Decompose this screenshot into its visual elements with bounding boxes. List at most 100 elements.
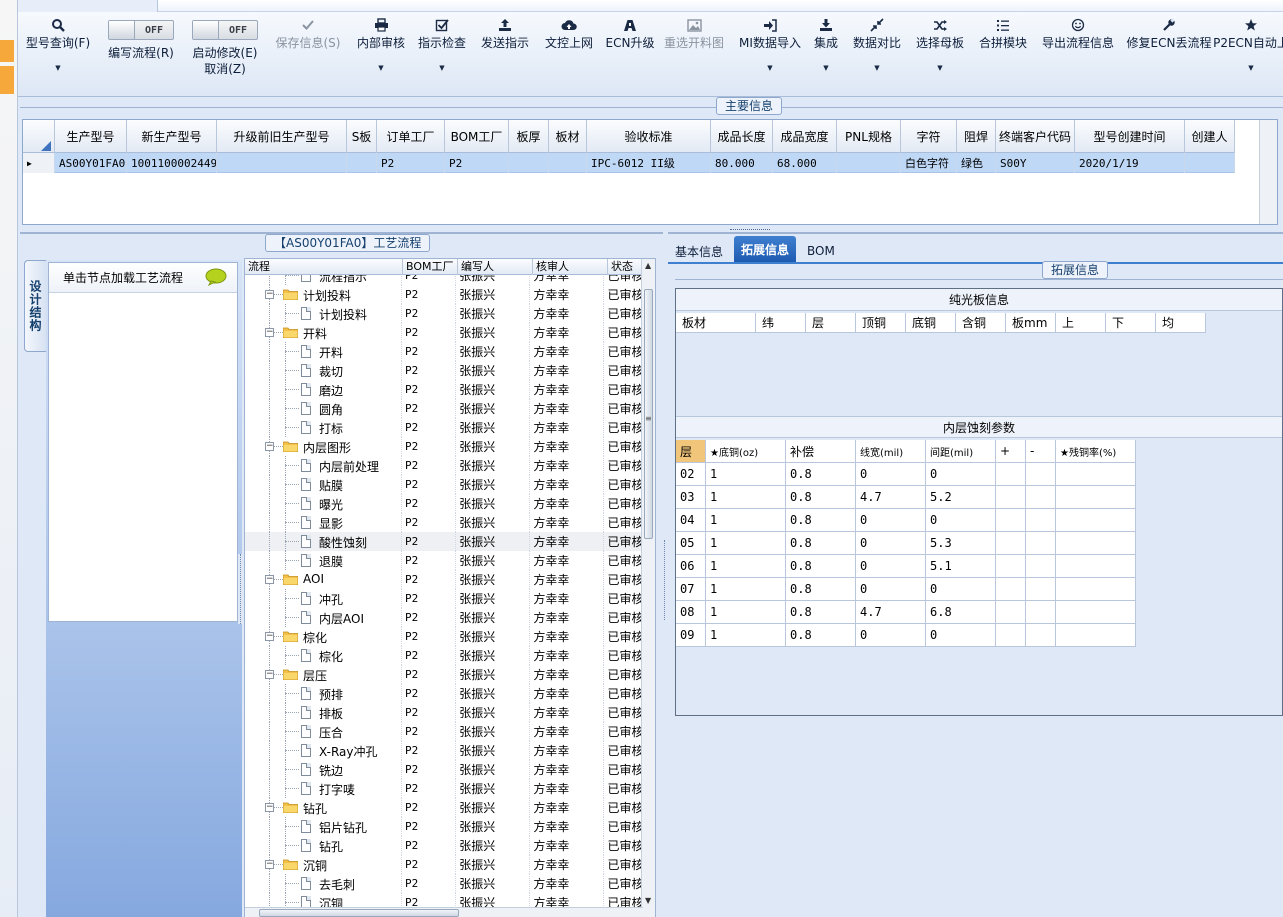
tree-row[interactable]: 内层AOI P2 张振兴 方幸幸 已审核: [245, 608, 643, 627]
row-indicator[interactable]: ▶: [23, 153, 55, 173]
toolbar-item-1-button[interactable]: OFF 编写流程(R): [100, 12, 182, 94]
inner-etch-cell[interactable]: [1056, 624, 1136, 647]
inner-etch-row[interactable]: 09 1 0.8 0 0: [676, 624, 1136, 647]
pure-board-column[interactable]: 底铜: [906, 313, 956, 333]
inner-etch-cell[interactable]: 0: [856, 532, 926, 555]
inner-etch-cell[interactable]: 03: [676, 486, 706, 509]
inner-etch-cell[interactable]: 0.8: [786, 463, 856, 486]
grid-column-header[interactable]: 终端客户代码: [996, 120, 1075, 153]
tab-1[interactable]: 拓展信息: [734, 236, 797, 262]
inner-etch-cell[interactable]: 0: [856, 555, 926, 578]
main-info-grid[interactable]: 生产型号 新生产型号 升级前旧生产型号 S板 订单工厂 BOM工厂 板厚 板材 验收标准 成品长度…: [22, 119, 1278, 225]
inner-etch-row[interactable]: 05 1 0.8 0 5.3: [676, 532, 1136, 555]
grid-column-header[interactable]: 创建人: [1185, 120, 1235, 153]
collapse-toggle-icon[interactable]: −: [265, 632, 274, 641]
inner-etch-column-header[interactable]: ★底铜(oz): [706, 440, 786, 463]
grid-column-header[interactable]: 订单工厂: [377, 120, 445, 153]
toolbar-item-8-button[interactable]: ECN升级: [602, 12, 658, 94]
tree-row[interactable]: 曝光 P2 张振兴 方幸幸 已审核: [245, 494, 643, 513]
inner-etch-cell[interactable]: 07: [676, 578, 706, 601]
toolbar-label-secondary[interactable]: 取消(Z): [204, 62, 246, 76]
inner-etch-column-header[interactable]: -: [1026, 440, 1056, 463]
inner-etch-cell[interactable]: 0: [856, 463, 926, 486]
tree-row[interactable]: 铝片钻孔 P2 张振兴 方幸幸 已审核: [245, 817, 643, 836]
side-tab-design-structure[interactable]: 设计结构: [24, 260, 46, 352]
inner-etch-cell[interactable]: [1056, 532, 1136, 555]
grid-cell[interactable]: [347, 153, 377, 173]
grid-cell[interactable]: 68.000: [773, 153, 837, 173]
inner-etch-column-header[interactable]: 线宽(mil): [856, 440, 926, 463]
toolbar-item-16-button[interactable]: 修复ECN丢流程: [1122, 12, 1216, 94]
pure-board-column[interactable]: 均: [1156, 313, 1206, 333]
inner-etch-cell[interactable]: [1056, 463, 1136, 486]
tree-row[interactable]: − 棕化 P2 张振兴 方幸幸 已审核: [245, 627, 643, 646]
inner-etch-column-header[interactable]: 补偿: [786, 440, 856, 463]
grid-column-header[interactable]: BOM工厂: [445, 120, 509, 153]
inner-etch-cell[interactable]: 1: [706, 509, 786, 532]
tree-row[interactable]: 棕化 P2 张振兴 方幸幸 已审核: [245, 646, 643, 665]
grid-column-header[interactable]: 字符: [901, 120, 957, 153]
collapse-toggle-icon[interactable]: −: [265, 803, 274, 812]
inner-etch-column-header[interactable]: +: [996, 440, 1026, 463]
grid-column-header[interactable]: 新生产型号: [127, 120, 217, 153]
inner-etch-cell[interactable]: [996, 578, 1026, 601]
inner-etch-cell[interactable]: 1: [706, 463, 786, 486]
inner-etch-cell[interactable]: [996, 486, 1026, 509]
inner-etch-row[interactable]: 06 1 0.8 0 5.1: [676, 555, 1136, 578]
inner-etch-cell[interactable]: [1026, 578, 1056, 601]
tree-row[interactable]: − 计划投料 P2 张振兴 方幸幸 已审核: [245, 285, 643, 304]
grid-cell[interactable]: 白色字符: [901, 153, 957, 173]
inner-etch-cell[interactable]: 6.8: [926, 601, 996, 624]
toolbar-item-9-button[interactable]: 重选开料图: [658, 12, 730, 94]
tree-row[interactable]: 铣边 P2 张振兴 方幸幸 已审核: [245, 760, 643, 779]
inner-etch-cell[interactable]: [996, 555, 1026, 578]
inner-etch-cell[interactable]: 1: [706, 486, 786, 509]
toolbar-item-6-button[interactable]: 发送指示: [474, 12, 536, 94]
grid-cell[interactable]: [837, 153, 901, 173]
inner-etch-cell[interactable]: [1056, 578, 1136, 601]
inner-etch-cell[interactable]: 04: [676, 509, 706, 532]
inner-etch-cell[interactable]: 5.1: [926, 555, 996, 578]
inner-etch-cell[interactable]: 05: [676, 532, 706, 555]
toolbar-item-11-button[interactable]: 集成 ▼: [808, 12, 844, 94]
pure-board-column[interactable]: 纬: [756, 313, 806, 333]
inner-etch-cell[interactable]: 09: [676, 624, 706, 647]
caret-down-icon[interactable]: ▼: [874, 64, 879, 72]
tree-row[interactable]: 圆角 P2 张振兴 方幸幸 已审核: [245, 399, 643, 418]
inner-etch-cell[interactable]: [1056, 509, 1136, 532]
grid-column-header[interactable]: 阻焊: [957, 120, 996, 153]
toolbar-item-5-button[interactable]: 指示检查 ▼: [411, 12, 473, 94]
grid-column-header[interactable]: 验收标准: [587, 120, 711, 153]
pure-board-column[interactable]: 板mm: [1006, 313, 1056, 333]
pure-board-column[interactable]: 上: [1056, 313, 1106, 333]
inner-etch-cell[interactable]: [1026, 532, 1056, 555]
tree-row[interactable]: 冲孔 P2 张振兴 方幸幸 已审核: [245, 589, 643, 608]
tree-row[interactable]: 内层前处理 P2 张振兴 方幸幸 已审核: [245, 456, 643, 475]
grid-column-header[interactable]: 板材: [549, 120, 587, 153]
tree-row[interactable]: 磨边 P2 张振兴 方幸幸 已审核: [245, 380, 643, 399]
toolbar-item-14-button[interactable]: 合拼模块: [972, 12, 1034, 94]
inner-etch-cell[interactable]: 0.8: [786, 624, 856, 647]
inner-etch-cell[interactable]: 5.3: [926, 532, 996, 555]
toolbar-item-15-button[interactable]: 导出流程信息: [1036, 12, 1120, 94]
inner-etch-cell[interactable]: 4.7: [856, 486, 926, 509]
grid-cell[interactable]: [509, 153, 549, 173]
grid-column-header[interactable]: 成品宽度: [773, 120, 837, 153]
inner-etch-column-header[interactable]: 间距(mil): [926, 440, 996, 463]
toolbar-item-4-button[interactable]: 内部审核 ▼: [352, 12, 410, 94]
tree-row[interactable]: X-Ray冲孔 P2 张振兴 方幸幸 已审核: [245, 741, 643, 760]
collapse-toggle-icon[interactable]: −: [265, 328, 274, 337]
tree-column-header[interactable]: 核审人: [533, 259, 608, 275]
tree-row[interactable]: 钻孔 P2 张振兴 方幸幸 已审核: [245, 836, 643, 855]
inner-etch-cell[interactable]: 1: [706, 532, 786, 555]
inner-etch-cell[interactable]: [996, 532, 1026, 555]
tree-row[interactable]: 显影 P2 张振兴 方幸幸 已审核: [245, 513, 643, 532]
grid-cell[interactable]: IPC-6012 II级: [587, 153, 711, 173]
inner-etch-cell[interactable]: 06: [676, 555, 706, 578]
inner-etch-cell[interactable]: [996, 463, 1026, 486]
inner-etch-cell[interactable]: 0: [856, 578, 926, 601]
tree-row[interactable]: 流程指示 P2 张振兴 方幸幸 已审核: [245, 275, 643, 285]
caret-down-icon[interactable]: ▼: [378, 64, 383, 72]
inner-etch-cell[interactable]: 1: [706, 578, 786, 601]
collapse-toggle-icon[interactable]: −: [265, 860, 274, 869]
